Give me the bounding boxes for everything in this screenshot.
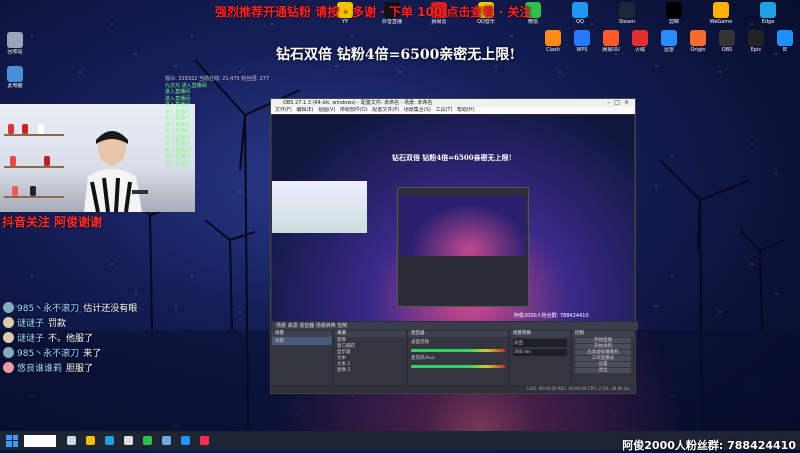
qq-icon[interactable] [181,436,190,445]
start-button[interactable] [6,434,18,447]
wechat-icon[interactable] [143,436,152,445]
desktop-icon[interactable]: 网易UU [596,30,626,53]
control-button[interactable]: 开始录制 [575,344,631,349]
origin-icon [690,30,706,46]
fan-group-banner: 阿俊2000人粉丝群: 788424410 [622,439,796,452]
control-button[interactable]: 开始直播 [575,338,631,343]
desktop-icon[interactable]: Origin [683,30,713,53]
avatar [3,317,14,328]
control-button[interactable]: 启动虚拟摄像机 [575,350,631,355]
steam-icon[interactable] [162,436,171,445]
recycle-bin-icon [7,32,23,48]
avatar [3,302,14,313]
computer-icon [7,66,23,82]
douyin-icon[interactable] [200,436,209,445]
source-item[interactable]: 图像 2 [334,367,406,373]
desktop-icon[interactable]: Epic [741,30,771,53]
dock-header: 场景 来源 混音器 场景转换 控制 [272,322,638,330]
sources-dock[interactable]: 来源 图像 窗口捕获 显示器 文本 文本 2 图像 2 [334,331,406,385]
control-button[interactable]: 退出 [575,368,631,373]
desktop-icon[interactable]: WeGame [706,2,736,25]
live-chat: 985丶永不滚刀 估计还没有眼 谜谜子 罚款 谜谜子 不。他服了 985丶永不滚… [3,300,193,375]
obs-title-bar[interactable]: OBS 27.1.3 (64-bit, windows) - 配置文件: 未命名… [271,99,635,107]
promo-text: 钻石双倍 钻粉4倍=6500亲密无上限! [276,47,516,63]
chat-log-line: 进入直播间 [165,160,191,167]
obs-icon[interactable] [124,436,133,445]
ie-icon [777,30,793,46]
desktop-icon[interactable]: QQ [565,2,595,25]
desktop-icon[interactable]: 剪映 [659,2,689,25]
control-button[interactable]: 工作室模式 [575,356,631,361]
control-button[interactable]: 设置 [575,362,631,367]
mic-audio-meter[interactable] [411,365,505,368]
controls-dock[interactable]: 控制 开始直播 开始录制 启动虚拟摄像机 工作室模式 设置 退出 [572,331,634,385]
obs-menu-bar[interactable]: 文件(F) 编辑(E) 视图(V) 停靠部件(D) 配置文件(P) 场景集合(S… [271,107,635,114]
chat-event-log: 观众: 319322 当前在线: 21,475 粉丝团: 277 九次元 进入直… [165,76,275,167]
preview-banner: 阿俊2000人粉丝群: 788424410 [514,313,589,319]
obs-status-bar: LIVE: 00:00:00 REC: 00:00:00 CPU: 2.5%, … [272,386,634,392]
desktop-icon-recycle-bin[interactable]: 回收站 [0,32,30,55]
obs-window[interactable]: OBS 27.1.3 (64-bit, windows) - 配置文件: 未命名… [270,98,638,394]
avatar [3,332,14,343]
obs-icon [719,30,735,46]
streamer-avatar [84,131,148,212]
desktop-icon[interactable]: OBS [712,30,742,53]
preview-webcam [272,181,367,233]
follow-banner: 抖音关注 阿俊谢谢 [2,215,103,229]
edge-icon [760,2,776,18]
obs-preview[interactable]: 钻石双倍 钻粉4倍=6500亲密无上限! 阿俊2000人粉丝群: 7884244… [272,115,634,321]
jianying-icon [666,2,682,18]
steam-icon [619,2,635,18]
preview-promo: 钻石双倍 钻粉4倍=6500亲密无上限! [392,153,512,162]
duration-input[interactable]: 300 ms [513,349,567,356]
nested-obs-preview [397,187,529,307]
desktop-icon[interactable]: Steam [612,2,642,25]
transition-select[interactable]: 淡出 [513,339,567,347]
taskbar-search-input[interactable] [24,434,56,447]
desktop-icon[interactable]: IE [770,30,800,53]
chat-message: 985丶永不滚刀 来了 [3,345,193,360]
clash-icon [545,30,561,46]
wps-icon [574,30,590,46]
epic-icon [748,30,764,46]
scenes-dock[interactable]: 场景 场景 [272,331,332,385]
qq-icon [572,2,588,18]
transitions-dock[interactable]: 场景转换 淡出 300 ms [510,331,570,385]
obs-docks: 场景 场景 来源 图像 窗口捕获 显示器 文本 文本 2 图像 2 混音器 桌面音频 麦克… [272,331,634,385]
desktop-icon[interactable]: WPS [567,30,597,53]
stream-top-banner: 强烈推荐开通钻粉 请按 · 多谢 · 下单 100 点击查看 · 关注 [215,5,532,19]
edge-icon[interactable] [105,436,114,445]
desktop-icon-computer[interactable]: 此电脑 [0,66,30,89]
desktop-icon[interactable]: Clash [538,30,568,53]
avatar [3,362,14,373]
chat-message: 谜谜子 罚款 [3,315,193,330]
chat-message: 谜谜子 不。他服了 [3,330,193,345]
wegame-icon [713,2,729,18]
scene-item[interactable]: 场景 [272,337,332,345]
thunder-icon [661,30,677,46]
huorong-icon [632,30,648,46]
desktop-icon[interactable]: Edge [753,2,783,25]
uu-icon [603,30,619,46]
desktop-icon[interactable]: 火绒 [625,30,655,53]
explorer-icon[interactable] [86,436,95,445]
mixer-dock[interactable]: 混音器 桌面音频 麦克风/Aux [408,331,508,385]
taskview-icon[interactable] [67,436,76,445]
desktop-icon[interactable]: 迅雷 [654,30,684,53]
chat-message: 985丶永不滚刀 估计还没有眼 [3,300,193,315]
chat-message: 悠良谁谁莉 胆服了 [3,360,193,375]
avatar [3,347,14,358]
window-controls[interactable]: –□× [607,99,633,107]
